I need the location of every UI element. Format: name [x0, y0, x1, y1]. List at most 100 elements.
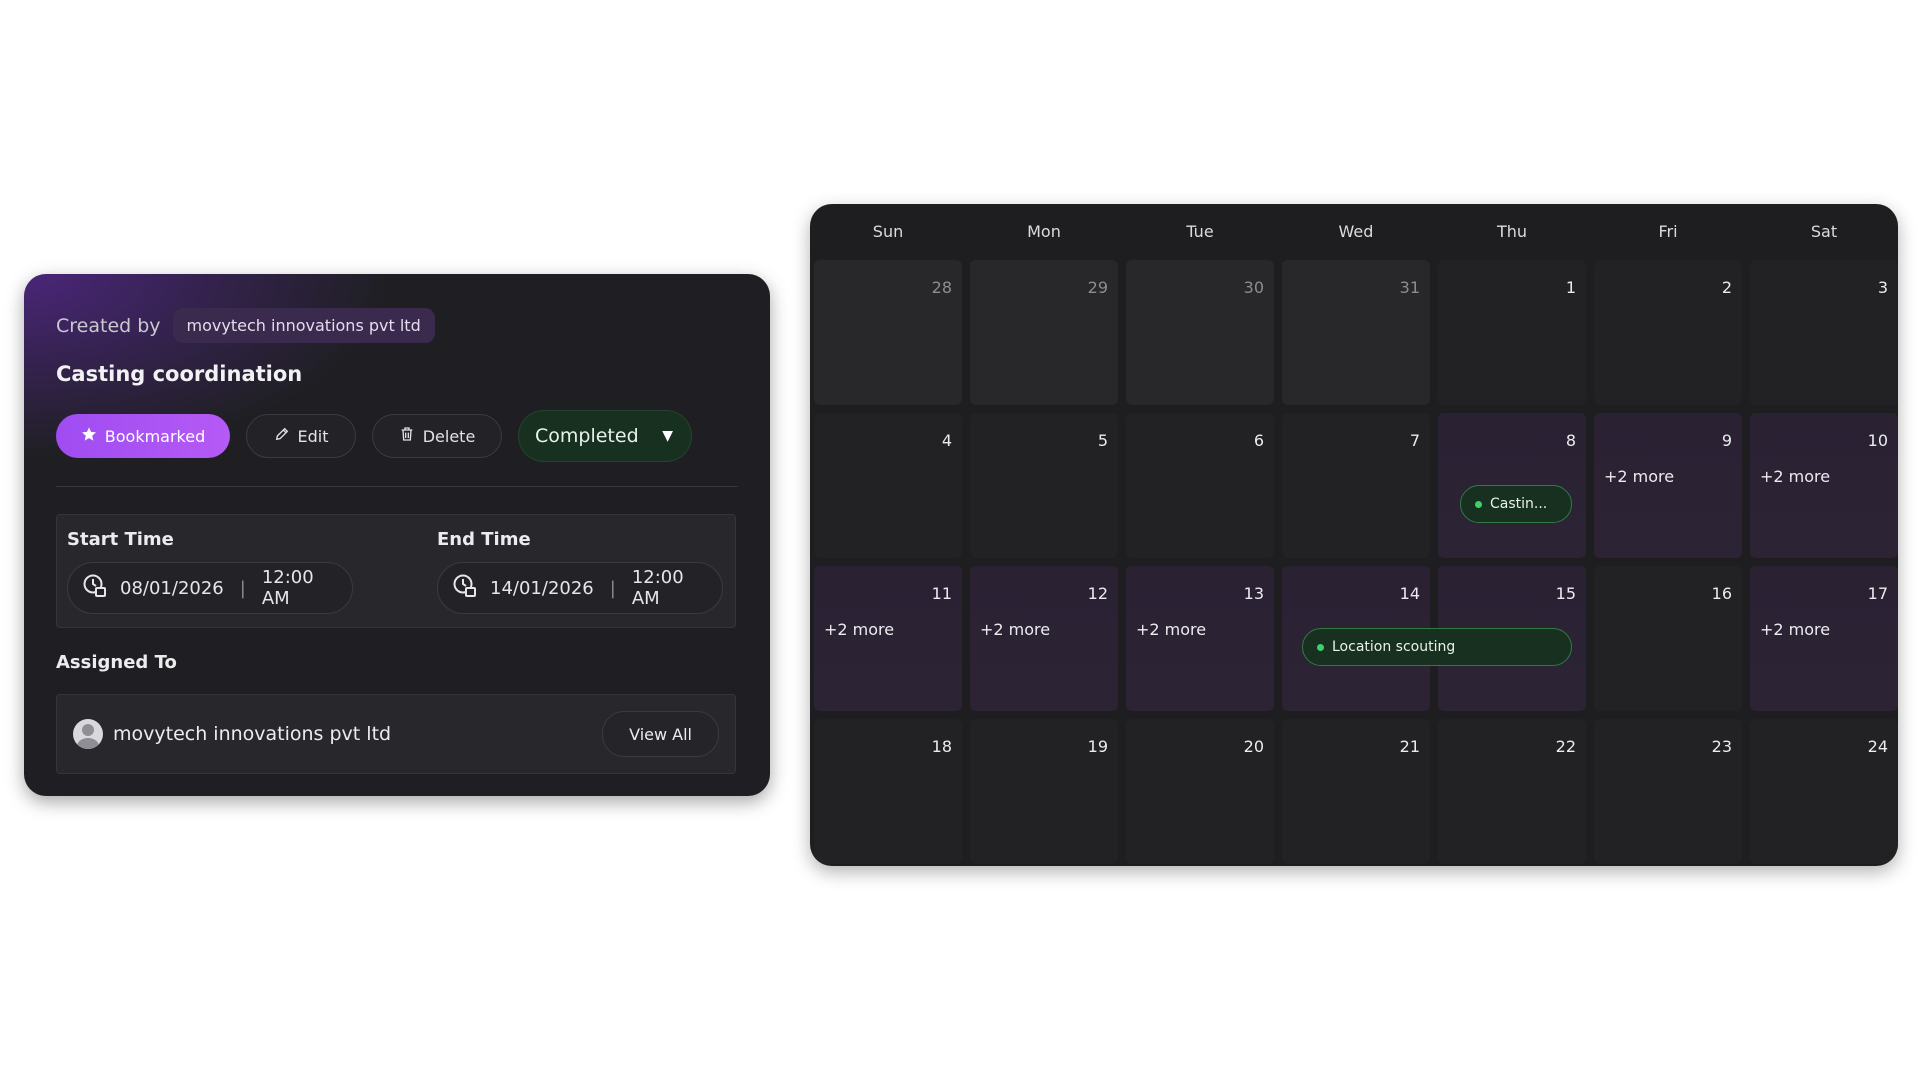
day-number: 7 [1409, 431, 1420, 450]
day-number: 13 [1243, 584, 1264, 603]
day-cell[interactable]: 16 [1594, 566, 1742, 711]
end-time-field[interactable]: 14/01/2026 | 12:00 AM [437, 562, 723, 614]
day-number: 5 [1097, 431, 1108, 450]
day-cell[interactable]: 3 [1750, 260, 1898, 405]
status-dot-icon [1475, 500, 1482, 508]
day-number: 18 [931, 737, 952, 756]
day-cell[interactable]: 6 [1126, 413, 1274, 558]
day-cell[interactable]: 12 +2 more [970, 566, 1118, 711]
more-events-link[interactable]: +2 more [1760, 467, 1830, 486]
bookmark-label: Bookmarked [104, 426, 206, 446]
event-title: Location scouting [1332, 639, 1456, 655]
day-number: 23 [1711, 737, 1732, 756]
day-cell[interactable]: 30 [1126, 260, 1274, 405]
day-number: 2 [1721, 278, 1732, 297]
more-events-link[interactable]: +2 more [1604, 467, 1674, 486]
day-cell[interactable]: 1 [1438, 260, 1586, 405]
action-bar: Bookmarked Edit Delete Completed ▼ [56, 410, 692, 462]
created-by-label: Created by [56, 314, 161, 337]
weekday-wed: Wed [1338, 222, 1374, 241]
day-number: 6 [1253, 431, 1264, 450]
end-date: 14/01/2026 [490, 577, 594, 599]
delete-button[interactable]: Delete [372, 414, 502, 458]
day-cell[interactable]: 8 Castin... [1438, 413, 1586, 558]
start-time-field[interactable]: 08/01/2026 | 12:00 AM [67, 562, 353, 614]
day-number: 10 [1867, 431, 1888, 450]
day-cell[interactable]: 17 +2 more [1750, 566, 1898, 711]
more-events-link[interactable]: +2 more [1760, 620, 1830, 639]
day-cell[interactable]: 7 [1282, 413, 1430, 558]
day-number: 16 [1711, 584, 1732, 603]
start-date: 08/01/2026 [120, 577, 224, 599]
day-number: 1 [1565, 278, 1576, 297]
day-cell[interactable]: 19 [970, 719, 1118, 864]
weekday-sun: Sun [872, 222, 904, 241]
weekday-fri: Fri [1658, 222, 1678, 241]
day-number: 21 [1399, 737, 1420, 756]
day-number: 9 [1721, 431, 1732, 450]
weekday-sat: Sat [1810, 222, 1838, 241]
day-number: 22 [1555, 737, 1576, 756]
day-cell[interactable]: 21 [1282, 719, 1430, 864]
delete-label: Delete [422, 426, 476, 446]
day-cell[interactable]: 10 +2 more [1750, 413, 1898, 558]
edit-label: Edit [297, 426, 329, 446]
day-number: 31 [1399, 278, 1420, 297]
event-title: Castin... [1490, 496, 1548, 512]
day-number: 3 [1877, 278, 1888, 297]
day-cell[interactable]: 2 [1594, 260, 1742, 405]
day-cell[interactable]: 18 [814, 719, 962, 864]
weekday-mon: Mon [1027, 222, 1061, 241]
day-number: 11 [931, 584, 952, 603]
day-cell[interactable]: 20 [1126, 719, 1274, 864]
status-dropdown[interactable]: Completed ▼ [518, 410, 692, 462]
day-number: 28 [931, 278, 952, 297]
day-cell[interactable]: 22 [1438, 719, 1586, 864]
event-pill-casting[interactable]: Castin... [1460, 485, 1572, 523]
view-all-button[interactable]: View All [602, 711, 719, 757]
weekday-thu: Thu [1496, 222, 1528, 241]
day-cell[interactable]: 13 +2 more [1126, 566, 1274, 711]
avatar [73, 719, 103, 749]
day-cell[interactable]: 5 [970, 413, 1118, 558]
day-number: 14 [1399, 584, 1420, 603]
day-cell[interactable]: 23 [1594, 719, 1742, 864]
day-number: 12 [1087, 584, 1108, 603]
day-cell[interactable]: 24 [1750, 719, 1898, 864]
event-details-card: Created by movytech innovations pvt ltd … [24, 274, 770, 796]
separator: | [239, 577, 246, 599]
separator: | [609, 577, 616, 599]
day-number: 24 [1867, 737, 1888, 756]
more-events-link[interactable]: +2 more [980, 620, 1050, 639]
day-number: 8 [1565, 431, 1576, 450]
assignee-name: movytech innovations pvt ltd [113, 723, 392, 745]
day-cell[interactable]: 28 [814, 260, 962, 405]
bookmark-button[interactable]: Bookmarked [56, 414, 230, 458]
day-cell[interactable]: 29 [970, 260, 1118, 405]
end-time: 12:00 AM [631, 567, 684, 609]
end-time-label: End Time [437, 529, 531, 550]
event-pill-location-scouting[interactable]: Location scouting [1302, 628, 1572, 666]
start-time: 12:00 AM [261, 567, 314, 609]
trash-icon [399, 426, 415, 446]
day-number: 17 [1867, 584, 1888, 603]
more-events-link[interactable]: +2 more [1136, 620, 1206, 639]
start-time-group: Start Time 08/01/2026 | 12:00 AM [67, 529, 353, 614]
status-dot-icon [1317, 643, 1324, 651]
pencil-icon [274, 426, 290, 446]
start-time-label: Start Time [67, 529, 174, 550]
caret-down-icon: ▼ [662, 428, 673, 444]
assignee-row: movytech innovations pvt ltd View All [56, 694, 736, 774]
day-number: 4 [941, 431, 952, 450]
day-number: 29 [1087, 278, 1108, 297]
day-cell[interactable]: 31 [1282, 260, 1430, 405]
day-cell[interactable]: 4 [814, 413, 962, 558]
month-calendar: Sun Mon Tue Wed Thu Fri Sat 28 29 30 31 … [810, 204, 1898, 866]
day-number: 20 [1243, 737, 1264, 756]
day-cell[interactable]: 11 +2 more [814, 566, 962, 711]
calendar-header: Sun Mon Tue Wed Thu Fri Sat [810, 204, 1898, 260]
divider [56, 486, 738, 487]
edit-button[interactable]: Edit [246, 414, 356, 458]
more-events-link[interactable]: +2 more [824, 620, 894, 639]
day-cell[interactable]: 9 +2 more [1594, 413, 1742, 558]
